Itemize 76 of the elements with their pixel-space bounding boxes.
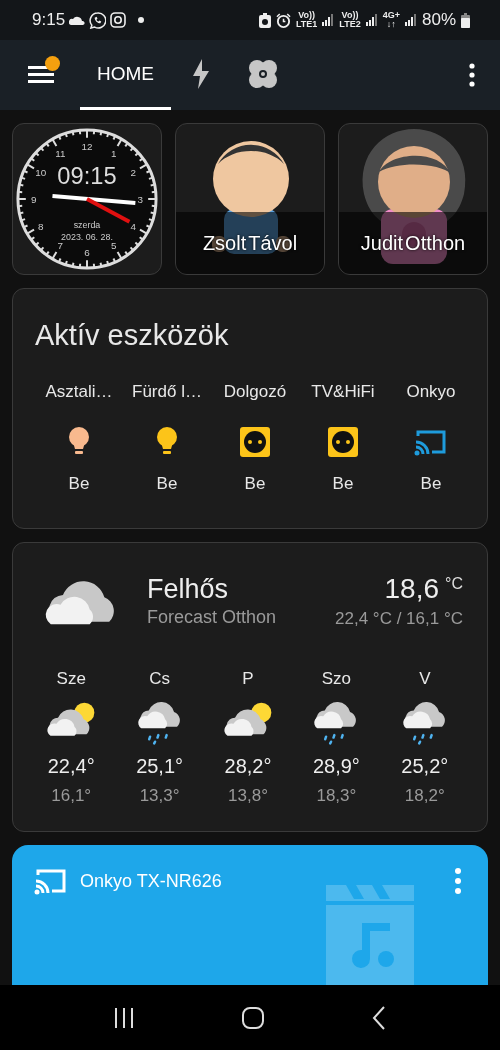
- high-temperature: 28,2°: [224, 755, 272, 779]
- device-button[interactable]: Dolgozó Be: [211, 382, 299, 494]
- digital-time: 09:15: [57, 163, 117, 190]
- high-temperature: 25,1°: [136, 755, 184, 779]
- battery-icon: [461, 12, 470, 28]
- weekday: szerda: [73, 219, 101, 230]
- alarm-icon: [276, 12, 291, 28]
- tab[interactable]: HOME: [80, 40, 171, 110]
- dial-number: 10: [35, 167, 47, 179]
- network-label: 4G+: [382, 11, 400, 20]
- person-tile[interactable]: ZsoltTávol: [175, 123, 325, 275]
- low-temperature: 16,1°: [51, 786, 92, 807]
- dial-number: 7: [57, 240, 64, 252]
- battery-saver-icon: [259, 12, 271, 28]
- cloud-icon: [69, 15, 86, 25]
- person-tile[interactable]: JuditOtthon: [338, 123, 488, 275]
- dial-number: 2: [130, 167, 136, 179]
- device-button[interactable]: Fürdő l… Be: [123, 382, 211, 494]
- low-temperature: 13,3°: [139, 786, 180, 807]
- forecast-day: Cs: [149, 669, 170, 690]
- low-temperature: 18,2°: [404, 786, 445, 807]
- device-button[interactable]: TV&HiFi Be: [299, 382, 387, 494]
- forecast-day: Sze: [56, 669, 86, 690]
- camera-app-icon: [110, 12, 127, 28]
- signal-icon: [322, 14, 335, 26]
- dial-number: 6: [84, 247, 90, 259]
- device-button[interactable]: Asztali… Be: [35, 382, 123, 494]
- network-label: LTE2: [339, 20, 361, 29]
- fan-icon: [248, 58, 278, 89]
- clock-time: 9:15: [32, 10, 66, 30]
- dial-number: 5: [110, 240, 117, 252]
- lightning-bolt-icon: [192, 58, 210, 89]
- person-state: Otthon: [405, 231, 466, 255]
- dial-number: 8: [38, 220, 44, 232]
- person-state: Távol: [248, 231, 298, 255]
- network-label: Vo)): [298, 11, 316, 20]
- dial-number: 1: [110, 147, 117, 159]
- high-temperature: 22,4°: [47, 755, 95, 779]
- person-name: Judit: [360, 231, 404, 255]
- network-label: ↓↑: [386, 20, 396, 29]
- dial-number: 11: [55, 147, 66, 159]
- recent-apps-icon: [114, 1007, 134, 1028]
- battery-percent: 80%: [421, 10, 456, 30]
- home-icon: [242, 1006, 264, 1029]
- low-temperature: 18,3°: [316, 786, 357, 807]
- temperature-unit: °C: [445, 575, 463, 594]
- dial-number: 4: [130, 220, 136, 232]
- kebab-menu-icon: [454, 868, 462, 894]
- signal-icon: [365, 14, 378, 26]
- phone-chat-icon: [89, 11, 107, 29]
- signal-icon: [404, 14, 417, 26]
- network-label: Vo)): [341, 11, 359, 20]
- person-name: Zsolt: [202, 231, 247, 255]
- clock-tile[interactable]: 12 1 2 3 4 5 6 7 8 9 10 11 09:15 szerda 2023. 06. 28.: [12, 123, 162, 275]
- date: 2023. 06. 28.: [61, 232, 113, 243]
- back-icon: [372, 1005, 386, 1030]
- weather-condition: Felhős: [147, 574, 230, 606]
- forecast-day: P: [242, 669, 254, 690]
- kebab-menu-icon: [468, 63, 476, 87]
- forecast-source: Forecast Otthon: [147, 607, 277, 629]
- notification-dot: [45, 56, 60, 71]
- high-temperature: 28,9°: [312, 755, 360, 779]
- current-temperature: 18,6: [384, 573, 440, 606]
- forecast-day: V: [419, 669, 431, 690]
- cast-icon: [34, 867, 68, 895]
- dial-number: 12: [81, 140, 93, 152]
- temperature-range: 22,4 °C / 16,1 °C: [335, 609, 463, 630]
- network-label: LTE1: [296, 20, 318, 29]
- card-title: Aktív eszközök: [35, 319, 230, 352]
- low-temperature: 13,8°: [228, 786, 268, 807]
- forecast-day: Szo: [321, 669, 352, 690]
- dial-number: 3: [137, 193, 143, 205]
- device-button[interactable]: Onkyo Be: [387, 382, 475, 494]
- dial-number: 9: [31, 193, 37, 205]
- media-player-title: Onkyo TX-NR626: [80, 870, 222, 892]
- high-temperature: 25,2°: [401, 755, 449, 779]
